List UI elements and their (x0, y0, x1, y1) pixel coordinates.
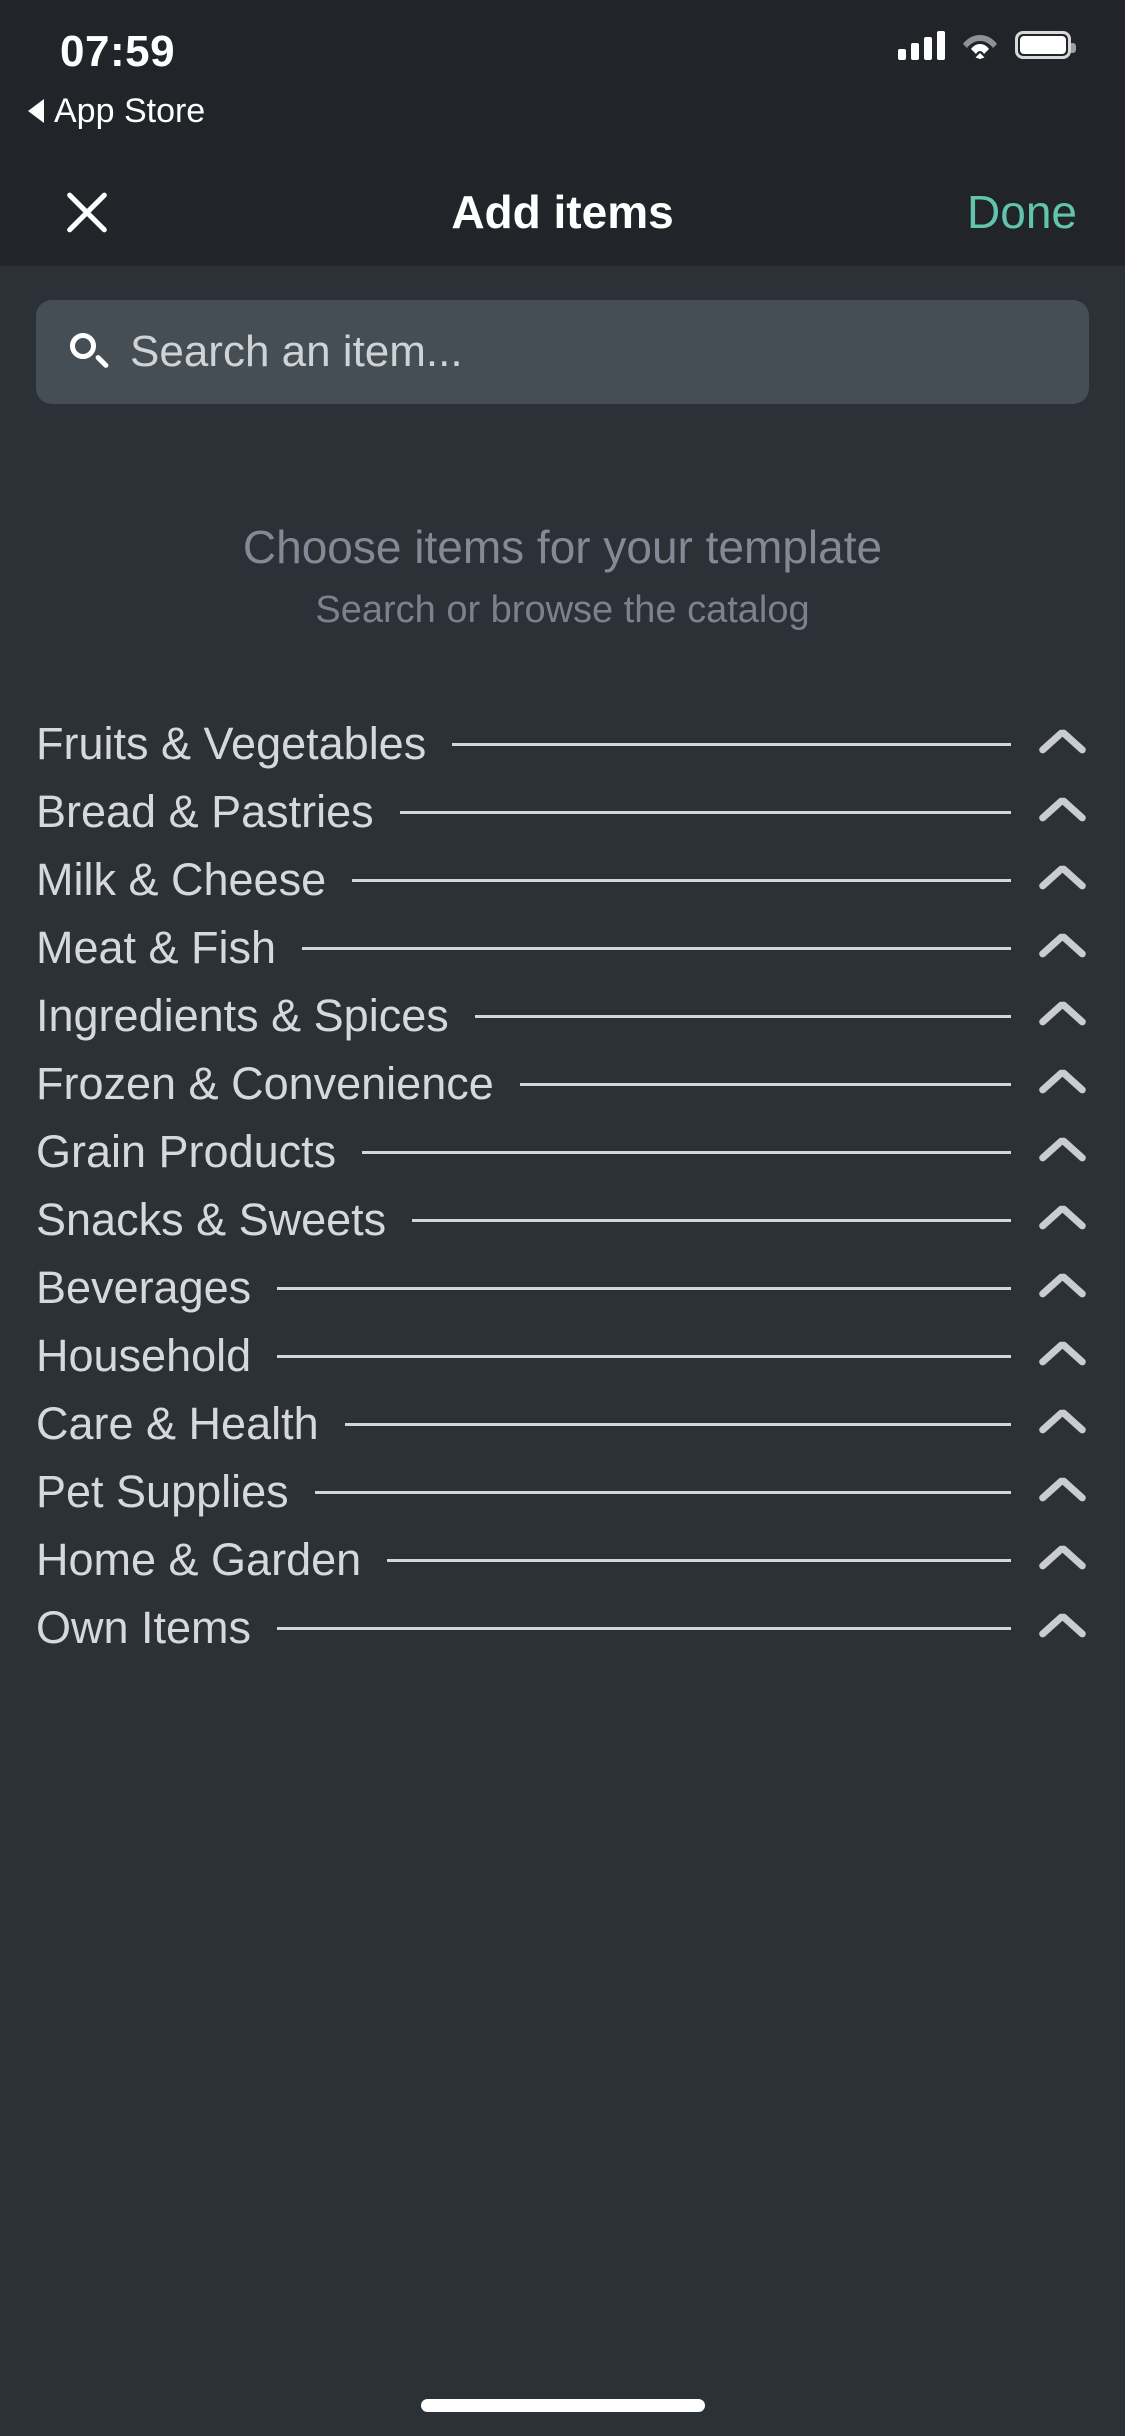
chevron-up-icon[interactable] (1037, 1132, 1089, 1172)
chevron-up-icon[interactable] (1037, 1064, 1089, 1104)
category-row[interactable]: Meat & Fish (36, 914, 1089, 982)
back-to-app-row[interactable]: App Store (0, 92, 1125, 158)
status-bar: 07:59 (0, 0, 1125, 92)
category-divider-line (314, 1490, 1011, 1494)
status-indicators (898, 30, 1076, 60)
chevron-up-icon[interactable] (1037, 1268, 1089, 1308)
category-label: Grain Products (36, 1126, 337, 1177)
category-row[interactable]: Home & Garden (36, 1526, 1089, 1594)
category-label: Beverages (36, 1262, 252, 1313)
battery-icon (1015, 31, 1076, 59)
cellular-signal-icon (898, 30, 945, 60)
category-divider-line (302, 946, 1011, 950)
chevron-up-icon[interactable] (1037, 928, 1089, 968)
category-row[interactable]: Frozen & Convenience (36, 1050, 1089, 1118)
category-label: Home & Garden (36, 1534, 362, 1585)
category-divider-line (277, 1354, 1011, 1358)
category-row[interactable]: Pet Supplies (36, 1458, 1089, 1526)
chevron-up-icon[interactable] (1037, 1608, 1089, 1648)
close-button[interactable] (48, 173, 126, 251)
category-divider-line (277, 1286, 1011, 1290)
page-title: Add items (451, 186, 674, 238)
category-label: Snacks & Sweets (36, 1194, 387, 1245)
chevron-up-icon[interactable] (1037, 1404, 1089, 1444)
main-content: Search an item... Choose items for your … (0, 266, 1125, 2436)
navigation-bar: Add items Done (0, 158, 1125, 266)
search-placeholder: Search an item... (130, 327, 463, 376)
category-row[interactable]: Ingredients & Spices (36, 982, 1089, 1050)
category-row[interactable]: Bread & Pastries (36, 778, 1089, 846)
category-label: Care & Health (36, 1398, 319, 1449)
chevron-up-icon[interactable] (1037, 792, 1089, 832)
category-row[interactable]: Snacks & Sweets (36, 1186, 1089, 1254)
category-row[interactable]: Household (36, 1322, 1089, 1390)
category-divider-line (474, 1014, 1011, 1018)
category-divider-line (387, 1558, 1011, 1562)
chevron-up-icon[interactable] (1037, 860, 1089, 900)
chevron-up-icon[interactable] (1037, 1200, 1089, 1240)
category-divider-line (412, 1218, 1011, 1222)
empty-state-title: Choose items for your template (242, 521, 883, 573)
back-to-app-store-link[interactable]: App Store (28, 92, 205, 130)
category-divider-line (519, 1082, 1011, 1086)
search-bar-container: Search an item... (36, 266, 1089, 404)
search-input[interactable]: Search an item... (36, 300, 1089, 404)
search-icon (68, 332, 110, 372)
category-row[interactable]: Milk & Cheese (36, 846, 1089, 914)
status-time: 07:59 (60, 27, 176, 76)
chevron-up-icon[interactable] (1037, 1540, 1089, 1580)
done-button[interactable]: Done (967, 185, 1077, 239)
chevron-up-icon[interactable] (1037, 1336, 1089, 1376)
empty-state: Choose items for your template Search or… (36, 404, 1089, 636)
category-label: Household (36, 1330, 252, 1381)
category-label: Milk & Cheese (36, 854, 327, 905)
back-triangle-icon (28, 99, 44, 123)
category-divider-line (277, 1626, 1011, 1630)
category-label: Meat & Fish (36, 922, 277, 973)
category-divider-line (452, 742, 1011, 746)
category-row[interactable]: Own Items (36, 1594, 1089, 1662)
category-label: Bread & Pastries (36, 786, 374, 837)
category-divider-line (362, 1150, 1011, 1154)
category-label: Pet Supplies (36, 1466, 289, 1517)
chevron-up-icon[interactable] (1037, 724, 1089, 764)
category-row[interactable]: Grain Products (36, 1118, 1089, 1186)
wifi-icon (961, 30, 999, 60)
category-divider-line (399, 810, 1011, 814)
category-row[interactable]: Fruits & Vegetables (36, 710, 1089, 778)
category-divider-line (352, 878, 1011, 882)
chevron-up-icon[interactable] (1037, 996, 1089, 1036)
category-label: Frozen & Convenience (36, 1058, 494, 1109)
category-row[interactable]: Care & Health (36, 1390, 1089, 1458)
category-row[interactable]: Beverages (36, 1254, 1089, 1322)
chevron-up-icon[interactable] (1037, 1472, 1089, 1512)
category-label: Ingredients & Spices (36, 990, 449, 1041)
category-label: Own Items (36, 1602, 252, 1653)
category-label: Fruits & Vegetables (36, 718, 427, 769)
back-to-app-store-label: App Store (54, 92, 206, 130)
category-list: Fruits & Vegetables Bread & Pastries Milk … (36, 710, 1089, 1662)
home-indicator (420, 2399, 705, 2412)
empty-state-subtitle: Search or browse the catalog (315, 589, 810, 631)
category-divider-line (344, 1422, 1011, 1426)
